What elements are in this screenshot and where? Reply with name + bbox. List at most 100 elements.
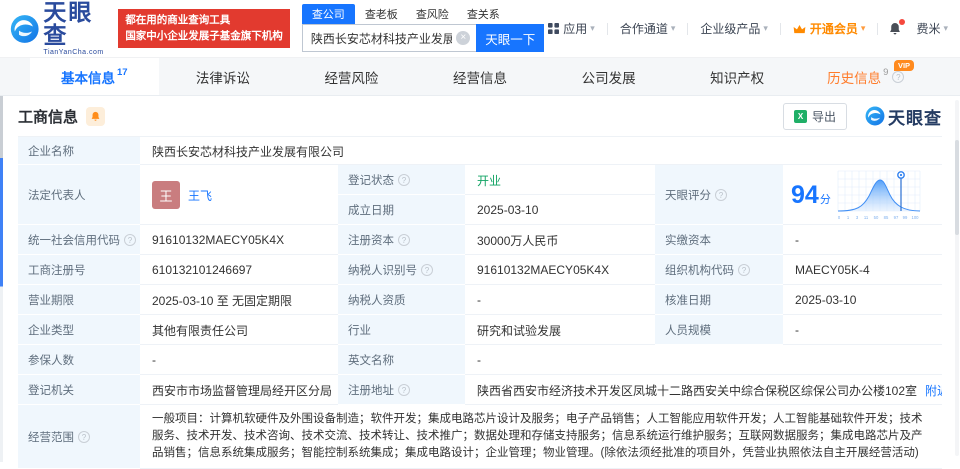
logo-domain: TianYanCha.com <box>43 49 104 56</box>
section-header: 工商信息 导出 天眼查 <box>0 96 960 136</box>
tab-intellectual-property[interactable]: 知识产权 <box>673 58 802 95</box>
vip-badge: VIP <box>893 60 915 71</box>
tab-count: 17 <box>117 67 128 78</box>
tab-legal-proceedings[interactable]: 法律诉讼 <box>159 58 288 95</box>
org-code-value: MAECY05K-4 <box>783 255 942 285</box>
slogan-line2: 国家中小企业发展子基金旗下机构 <box>125 29 283 42</box>
help-icon <box>124 234 136 246</box>
company-type-value: 其他有限责任公司 <box>140 315 338 345</box>
taxpayer-id-value: 91610132MAECY05K4X <box>465 255 655 285</box>
field-label: 成立日期 <box>338 195 465 225</box>
brand-slogan-badge: 都在用的商业查询工具 国家中小企业发展子基金旗下机构 <box>118 9 290 48</box>
tianyancha-logo[interactable]: 天眼查 TianYanCha.com <box>10 1 108 56</box>
help-icon <box>78 431 90 443</box>
table-row: 企业名称 陕西长安芯材科技产业发展有限公司 <box>18 137 942 165</box>
field-label: 注册资本 <box>348 235 394 247</box>
notification-dot <box>899 18 906 25</box>
tab-count: 9 <box>883 67 889 78</box>
field-label: 实缴资本 <box>655 225 783 255</box>
table-row: 统一社会信用代码 91610132MAECY05K4X 注册资本 30000万人… <box>18 225 942 255</box>
logo-text: 天眼查 <box>43 0 94 48</box>
tab-history-info[interactable]: 历史信息 9 VIP <box>801 58 930 95</box>
divider <box>687 22 689 35</box>
score-value: 94 <box>791 180 819 209</box>
legal-rep-link[interactable]: 王飞 <box>188 187 212 204</box>
taxpayer-quality-value: - <box>465 285 655 315</box>
tab-operation-risk[interactable]: 经营风险 <box>287 58 416 95</box>
svg-text:0: 0 <box>838 215 841 220</box>
registration-authority-value: 西安市市场监督管理局经开区分局 <box>140 375 338 405</box>
search-tab-company[interactable]: 查公司 <box>301 4 355 24</box>
field-label: 纳税人识别号 <box>348 265 417 277</box>
help-icon <box>715 189 727 201</box>
field-label: 经营范围 <box>28 432 74 444</box>
company-section-tabs: 基本信息 17 法律诉讼 经营风险 经营信息 公司发展 知识产权 历史信息 9 … <box>0 58 960 96</box>
table-row: 营业期限 2025-03-10 至 无固定期限 纳税人资质 - 核准日期 202… <box>18 285 942 315</box>
field-label: 纳税人资质 <box>338 285 465 315</box>
nav-partner-channel[interactable]: 合作通道 <box>616 20 680 37</box>
apps-grid-icon <box>548 23 560 34</box>
legal-rep-avatar: 王 <box>152 181 180 209</box>
svg-text:85: 85 <box>883 215 888 220</box>
notification-bell-icon[interactable] <box>888 18 906 36</box>
table-row: 登记机关 西安市市场监督管理局经开区分局 注册地址 陕西省西安市经济技术开发区凤… <box>18 375 942 405</box>
user-menu[interactable]: 费米 <box>912 20 952 37</box>
vertical-scrollbar[interactable] <box>955 100 959 456</box>
header-search: 查公司 查老板 查风险 查关系 天眼一下 <box>301 4 545 52</box>
table-row: 法定代表人 王 王飞 登记状态 开业 成立日期 2025-03-10 <box>18 165 942 225</box>
nav-open-vip[interactable]: 开通会员 <box>789 20 870 37</box>
registered-address-value: 陕西省西安市经济技术开发区凤城十二路西安关中综合保税区综保公司办公楼102室 <box>477 383 918 398</box>
search-tab-boss[interactable]: 查老板 <box>365 4 398 24</box>
score-distribution-chart: 0 1 3 11 50 85 97 99 100 <box>837 170 921 220</box>
score-axis-labels: 0 1 3 11 50 85 97 99 100 <box>838 215 919 220</box>
site-header: 天眼查 TianYanCha.com 都在用的商业查询工具 国家中小企业发展子基… <box>0 0 960 58</box>
excel-icon <box>793 109 807 123</box>
subscribe-bell-icon[interactable] <box>86 106 106 126</box>
tab-company-development[interactable]: 公司发展 <box>544 58 673 95</box>
score-unit: 分 <box>819 194 831 206</box>
field-label: 登记机关 <box>18 375 140 405</box>
tab-operation-info[interactable]: 经营信息 <box>416 58 545 95</box>
search-tab-relation[interactable]: 查关系 <box>467 4 500 24</box>
industry-value: 研究和试验发展 <box>465 315 655 345</box>
field-label: 登记状态 <box>348 175 394 187</box>
scrollbar-thumb[interactable] <box>955 140 959 235</box>
field-label: 法定代表人 <box>18 165 140 225</box>
nav-apps[interactable]: 应用 <box>544 20 599 37</box>
field-label: 统一社会信用代码 <box>28 235 120 247</box>
nav-enterprise-products[interactable]: 企业级产品 <box>696 20 772 37</box>
slogan-line1: 都在用的商业查询工具 <box>125 14 231 27</box>
left-edge-scrollbar[interactable] <box>0 96 3 462</box>
english-name-value: - <box>465 345 942 375</box>
export-button[interactable]: 导出 <box>782 102 847 130</box>
tianyancha-company-page: 天眼查 TianYanCha.com 都在用的商业查询工具 国家中小企业发展子基… <box>0 0 960 469</box>
business-term-value: 2025-03-10 至 无固定期限 <box>140 285 338 315</box>
svg-text:100: 100 <box>911 215 919 220</box>
search-input[interactable] <box>301 24 477 52</box>
field-label: 行业 <box>338 315 465 345</box>
nearby-companies-link[interactable]: 附近公司 <box>925 382 942 399</box>
field-label: 组织机构代码 <box>665 265 734 277</box>
help-icon <box>398 384 410 396</box>
search-button[interactable]: 天眼一下 <box>476 24 545 52</box>
staff-size-value: - <box>783 315 942 345</box>
field-label: 企业类型 <box>18 315 140 345</box>
tianyancha-logo-icon <box>10 14 39 43</box>
field-label: 天眼评分 <box>665 190 711 202</box>
help-icon <box>892 70 905 83</box>
svg-text:1: 1 <box>847 215 850 220</box>
svg-text:99: 99 <box>902 215 907 220</box>
tianyancha-logo-icon <box>865 106 885 126</box>
field-label: 核准日期 <box>655 285 783 315</box>
field-label: 企业名称 <box>18 137 140 165</box>
table-row: 参保人数 - 英文名称 - <box>18 345 942 375</box>
credit-code-value: 91610132MAECY05K4X <box>140 225 338 255</box>
svg-text:11: 11 <box>864 215 869 220</box>
search-tab-risk[interactable]: 查风险 <box>416 4 449 24</box>
field-label: 英文名称 <box>338 345 465 375</box>
tab-basic-info[interactable]: 基本信息 17 <box>30 58 159 95</box>
crown-icon <box>793 24 806 34</box>
svg-text:97: 97 <box>893 215 898 220</box>
header-nav: 应用 合作通道 企业级产品 开通会员 费米 <box>544 18 952 37</box>
field-label: 参保人数 <box>18 345 140 375</box>
